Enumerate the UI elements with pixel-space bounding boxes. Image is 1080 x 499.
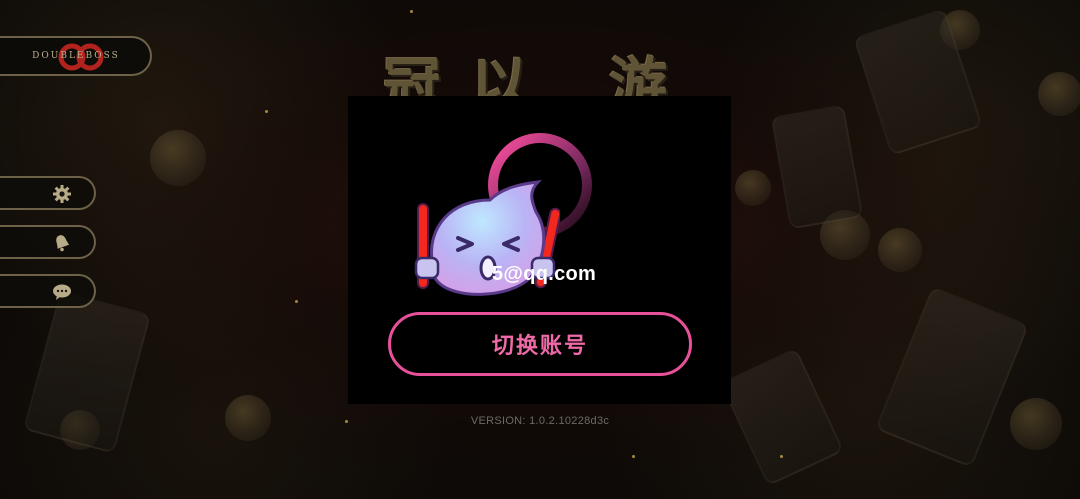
- settings-button[interactable]: [0, 176, 96, 210]
- chat-button[interactable]: [0, 274, 96, 308]
- gear-icon: [53, 185, 71, 203]
- switch-account-button[interactable]: 切换账号: [388, 312, 692, 376]
- game-launcher-screen: 冠以 游戏 DOUBLEBOSS: [0, 0, 1080, 499]
- bell-icon: [56, 235, 70, 252]
- logo-badge: DOUBLEBOSS: [0, 36, 152, 76]
- logo-text: DOUBLEBOSS: [32, 51, 120, 61]
- notifications-button[interactable]: [0, 225, 96, 259]
- account-email: 5@qq.com: [492, 263, 597, 285]
- chat-icon: [53, 284, 71, 300]
- version-label: VERSION: 1.0.2.10228d3c: [470, 415, 610, 427]
